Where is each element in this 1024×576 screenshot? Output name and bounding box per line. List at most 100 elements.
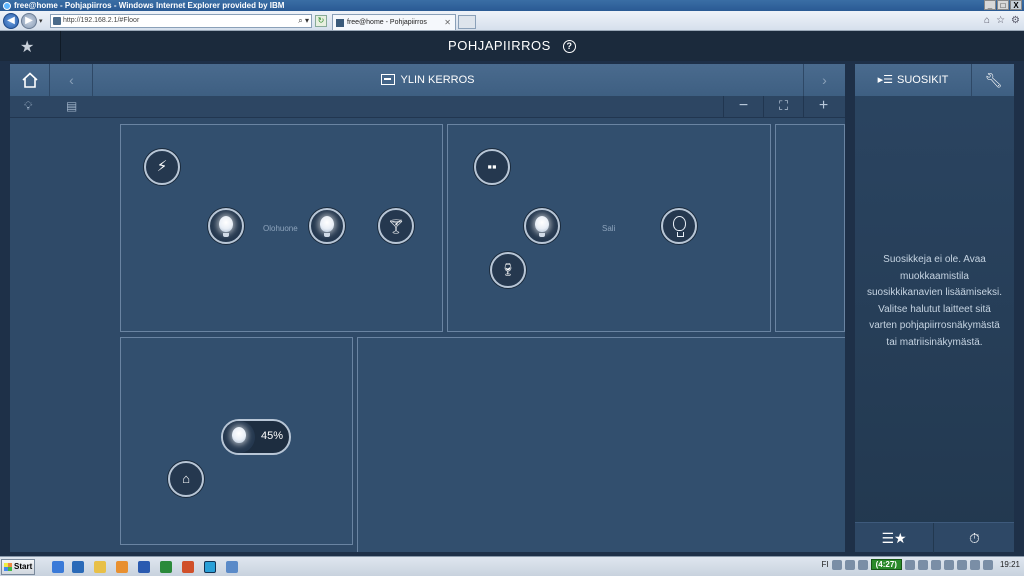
light-device[interactable]: [309, 208, 345, 244]
address-search-icon[interactable]: ⌕ ▾: [298, 15, 309, 27]
zoom-in-button[interactable]: +: [803, 96, 843, 118]
app-tray-icon[interactable]: [857, 559, 868, 570]
browser-tools: ⌂ ☆ ⚙: [984, 15, 1020, 26]
settings-gear-icon[interactable]: ⚙: [1011, 15, 1020, 26]
help-tray-icon[interactable]: [844, 559, 855, 570]
maximize-button[interactable]: □: [997, 0, 1009, 10]
skype-taskbar-icon[interactable]: [204, 561, 216, 573]
wrench-icon: 🔧︎: [984, 72, 1003, 88]
security-tray-icon[interactable]: [930, 559, 941, 570]
system-tray: FI (4:27) 19:21: [822, 559, 1020, 570]
favorites-title-text: SUOSIKIT: [897, 74, 949, 86]
app-taskbar-icon[interactable]: [226, 561, 238, 573]
dimmer-device[interactable]: 45%: [221, 419, 291, 455]
party-scene-device[interactable]: 🍸︎: [378, 208, 414, 244]
powerpoint-taskbar-icon[interactable]: [182, 561, 194, 573]
timer-button[interactable]: ⏱︎: [935, 523, 1014, 553]
minimize-button[interactable]: _: [984, 0, 996, 10]
socket-device[interactable]: ▪▪: [474, 149, 510, 185]
light-bulb-on-icon: [320, 216, 334, 237]
page-title: POHJAPIIRROS ?: [0, 38, 1024, 53]
ie-logo-icon: [3, 1, 11, 10]
list-star-icon: ☰★: [881, 530, 907, 546]
socket-outlet-icon: ▪▪: [487, 159, 497, 174]
ie-taskbar-icon[interactable]: [52, 561, 64, 573]
presence-device[interactable]: ⌂: [168, 461, 204, 497]
floor-name-text: YLIN KERROS: [400, 74, 475, 86]
browser-tab[interactable]: free@home - Pohjapiirros ✕: [332, 14, 456, 30]
update-tray-icon[interactable]: [956, 559, 967, 570]
history-dropdown-icon[interactable]: ▾: [39, 17, 43, 25]
tab-favicon-icon: [336, 19, 344, 27]
edit-wrench-button[interactable]: 🔧︎: [973, 64, 1014, 96]
stopwatch-icon: ⏱︎: [969, 530, 980, 546]
room-lower-right: [357, 337, 845, 552]
blind-filter-icon[interactable]: ▤: [66, 99, 77, 113]
scene-switch-device[interactable]: ⚡: [144, 149, 180, 185]
taskbar: Start FI (4:27) 19:21: [0, 556, 1024, 576]
floor-plan-icon: [380, 74, 395, 85]
floor-toolbar: ‹ YLIN KERROS ›: [10, 64, 845, 96]
address-text: http://192.168.2.1/#Floor: [63, 17, 140, 24]
network-tray-icon[interactable]: [904, 559, 915, 570]
sync-tray-icon[interactable]: [943, 559, 954, 570]
light-bulb-on-icon: [219, 216, 233, 237]
light-device[interactable]: [524, 208, 560, 244]
light-device[interactable]: [661, 208, 697, 244]
excel-taskbar-icon[interactable]: [160, 561, 172, 573]
dimmer-knob: [223, 421, 255, 453]
language-indicator[interactable]: FI: [822, 560, 829, 569]
word-taskbar-icon[interactable]: [138, 561, 150, 573]
site-favicon-icon: [53, 17, 61, 25]
refresh-button[interactable]: ↻: [315, 15, 327, 27]
person-home-icon: ⌂: [182, 471, 190, 486]
start-button[interactable]: Start: [1, 559, 35, 575]
window-controls: _ □ X: [984, 0, 1022, 10]
explorer-taskbar-icon[interactable]: [94, 561, 106, 573]
keyboard-tray-icon[interactable]: [831, 559, 842, 570]
tab-close-button[interactable]: ✕: [444, 15, 451, 30]
zoom-fit-button[interactable]: ⛶: [763, 96, 803, 118]
volume-tray-icon[interactable]: [917, 559, 928, 570]
favorites-empty-message: Suosikkeja ei ole. Avaa muokkaamistila s…: [866, 254, 1003, 348]
favorites-list-button[interactable]: ☰★: [855, 523, 934, 553]
window-title-bar: free@home - Pohjapiirros - Windows Inter…: [0, 0, 1024, 11]
media-taskbar-icon[interactable]: [116, 561, 128, 573]
dinner-scene-device[interactable]: 🍷︎: [490, 252, 526, 288]
light-bulb-off-icon: [673, 216, 686, 237]
address-bar[interactable]: http://192.168.2.1/#Floor ⌕ ▾: [50, 14, 312, 28]
floor-name: YLIN KERROS: [10, 74, 845, 86]
forward-button[interactable]: ▶: [21, 13, 37, 29]
floor-plan: Olohuone Sali ⚡ 🍸︎ ▪▪ 🍷︎ 45% ⌂: [10, 118, 845, 552]
browser-toolbar: ◀ ▶ ▾ http://192.168.2.1/#Floor ⌕ ▾ ↻ fr…: [0, 11, 1024, 31]
dimmer-level: 45%: [261, 430, 284, 442]
cocktail-star-icon: 🍸︎: [387, 218, 405, 234]
display-tray-icon[interactable]: [969, 559, 980, 570]
scene-switch-icon: ⚡: [156, 158, 168, 175]
app-header: ★ POHJAPIIRROS ?: [0, 31, 1024, 61]
light-bulb-on-icon: [535, 216, 549, 237]
page-title-text: POHJAPIIRROS: [448, 38, 551, 53]
light-bulb-on-icon: [232, 427, 246, 443]
light-filter-icon[interactable]: 💡︎: [24, 99, 32, 114]
favorites-star-icon[interactable]: ☆: [996, 15, 1005, 26]
back-button[interactable]: ◀: [3, 13, 19, 29]
favorites-title: ▸☰ SUOSIKIT: [855, 64, 972, 96]
zoom-out-button[interactable]: −: [723, 96, 763, 118]
power-tray-icon[interactable]: [982, 559, 993, 570]
favorites-panel: ▸☰ SUOSIKIT 🔧︎ Suosikkeja ei ole. Avaa mu…: [855, 64, 1014, 553]
new-tab-button[interactable]: [458, 15, 476, 29]
room-label: Sali: [602, 224, 616, 233]
help-icon[interactable]: ?: [562, 40, 576, 53]
light-device[interactable]: [208, 208, 244, 244]
room-label: Olohuone: [263, 224, 298, 233]
battery-indicator[interactable]: (4:27): [870, 559, 902, 570]
window-title: free@home - Pohjapiirros - Windows Inter…: [14, 1, 285, 10]
next-floor-button[interactable]: ›: [803, 64, 845, 96]
outlook-taskbar-icon[interactable]: [72, 561, 84, 573]
favorites-footer: ☰★ ⏱︎: [855, 522, 1014, 553]
home-page-icon[interactable]: ⌂: [984, 15, 990, 26]
system-clock[interactable]: 19:21: [1000, 560, 1020, 569]
favorites-list-icon: ▸☰: [877, 74, 894, 86]
close-window-button[interactable]: X: [1010, 0, 1022, 10]
